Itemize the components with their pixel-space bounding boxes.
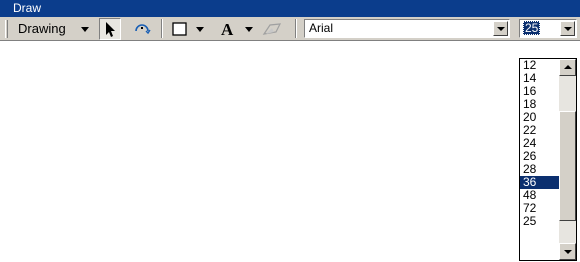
toolbar-grip[interactable] [5,20,8,38]
scroll-down-button[interactable] [559,243,576,260]
font-name-dropdown-button[interactable] [493,21,508,36]
font-name-combobox[interactable]: Arial [304,19,510,38]
toolbar-title-bar[interactable]: Draw [0,0,580,17]
drawing-menu-label: Drawing [18,21,66,36]
rectangle-icon [172,22,187,36]
font-size-dropdown-button[interactable] [560,21,575,36]
toolbar-separator [161,19,163,38]
rotate-icon [135,24,151,35]
font-name-value: Arial [309,21,334,35]
toolbar-title: Draw [13,1,42,15]
rotate-button[interactable] [131,18,153,40]
select-pointer-icon [106,22,115,37]
select-elements-button[interactable] [99,18,121,40]
font-size-options: 12 14 16 18 20 22 24 26 28 36 48 72 25 [520,59,559,228]
edit-vertices-button[interactable] [261,18,283,40]
font-size-value: 25 [523,21,541,35]
rectangle-tool-button[interactable] [169,18,191,40]
text-tool-button[interactable]: A [218,18,240,40]
arrow-down-icon [564,250,572,254]
drawing-menu-button[interactable]: Drawing [18,20,89,38]
drawing-menu-arrow-icon [81,27,89,32]
rectangle-dropdown-arrow-icon[interactable] [196,27,204,32]
chevron-down-icon [564,27,572,31]
text-dropdown-arrow-icon[interactable] [245,27,253,32]
scroll-up-button[interactable] [559,59,576,76]
toolbar-separator [295,19,297,38]
svg-text:A: A [221,20,234,39]
font-size-option[interactable]: 25 [520,215,559,228]
draw-toolbar: Draw Drawing A Arial 25 [0,0,580,41]
text-icon: A [221,20,234,39]
scrollbar-thumb[interactable] [559,111,576,221]
edit-vertices-icon [262,23,282,35]
dropdown-scrollbar[interactable] [559,59,576,260]
arrow-up-icon [564,65,572,69]
font-size-combobox[interactable]: 25 [519,19,577,38]
chevron-down-icon [497,27,505,31]
toolbar-row: Drawing A Arial 25 [0,17,580,41]
font-size-dropdown-list: 12 14 16 18 20 22 24 26 28 36 48 72 25 [519,58,577,261]
